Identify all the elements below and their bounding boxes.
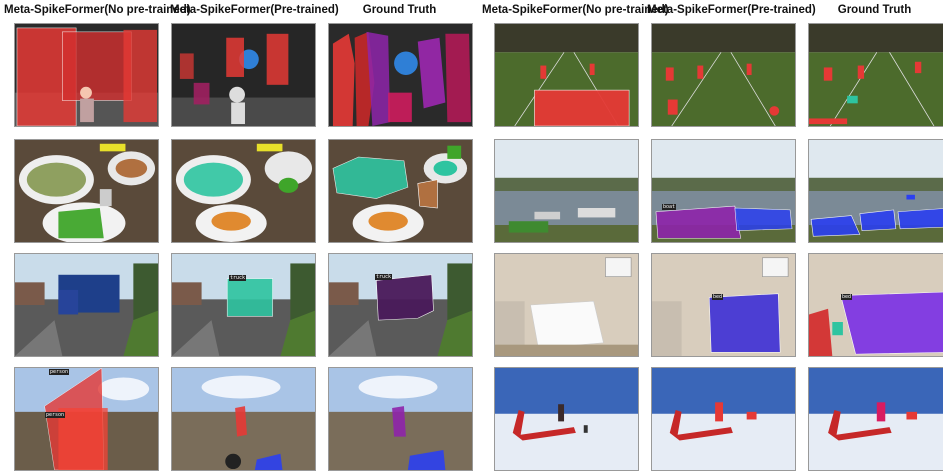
- bedroom-tag-ground-truth: bed: [841, 294, 853, 300]
- header-left-no-pretrained: Meta-SpikeFormer(No pre-trained): [4, 4, 191, 16]
- river-no-pretrained-panel: [494, 139, 639, 243]
- hiker-no-pretrained-panel: person person: [14, 367, 159, 471]
- truck-pretrained-panel: truck: [171, 253, 316, 357]
- food-ground-truth-panel: [328, 139, 473, 243]
- hiker-tag-no-pretrained-2: person: [45, 412, 66, 418]
- tennis-ground-truth-panel: [808, 23, 943, 127]
- truck-ground-truth-panel: truck: [328, 253, 473, 357]
- bedroom-no-pretrained-panel: [494, 253, 639, 357]
- header-left-ground-truth: Ground Truth: [362, 4, 437, 16]
- crowd-no-pretrained-panel: [14, 23, 159, 127]
- truck-tag-ground-truth: truck: [375, 274, 393, 280]
- hiker-ground-truth-panel: [328, 367, 473, 471]
- bedroom-pretrained-panel: bed: [651, 253, 796, 357]
- crowd-ground-truth-panel: [328, 23, 473, 127]
- hiker-tag-no-pretrained: person: [49, 369, 70, 375]
- header-left-pretrained: Meta-SpikeFormer(Pre-trained): [170, 4, 339, 16]
- snow-pretrained-panel: [651, 367, 796, 471]
- header-right-no-pretrained: Meta-SpikeFormer(No pre-trained): [482, 4, 669, 16]
- food-no-pretrained-panel: [14, 139, 159, 243]
- hiker-pretrained-panel: [171, 367, 316, 471]
- river-pretrained-panel: boat: [651, 139, 796, 243]
- truck-no-pretrained-panel: [14, 253, 159, 357]
- bedroom-tag-pretrained: bed: [712, 294, 724, 300]
- tennis-pretrained-panel: [651, 23, 796, 127]
- header-right-pretrained: Meta-SpikeFormer(Pre-trained): [647, 4, 816, 16]
- snow-no-pretrained-panel: [494, 367, 639, 471]
- bedroom-ground-truth-panel: bed: [808, 253, 943, 357]
- river-ground-truth-panel: [808, 139, 943, 243]
- snow-ground-truth-panel: [808, 367, 943, 471]
- food-pretrained-panel: [171, 139, 316, 243]
- header-right-ground-truth: Ground Truth: [837, 4, 912, 16]
- truck-tag-pretrained: truck: [229, 275, 247, 281]
- river-tag-pretrained: boat: [662, 204, 677, 210]
- crowd-pretrained-panel: [171, 23, 316, 127]
- tennis-no-pretrained-panel: [494, 23, 639, 127]
